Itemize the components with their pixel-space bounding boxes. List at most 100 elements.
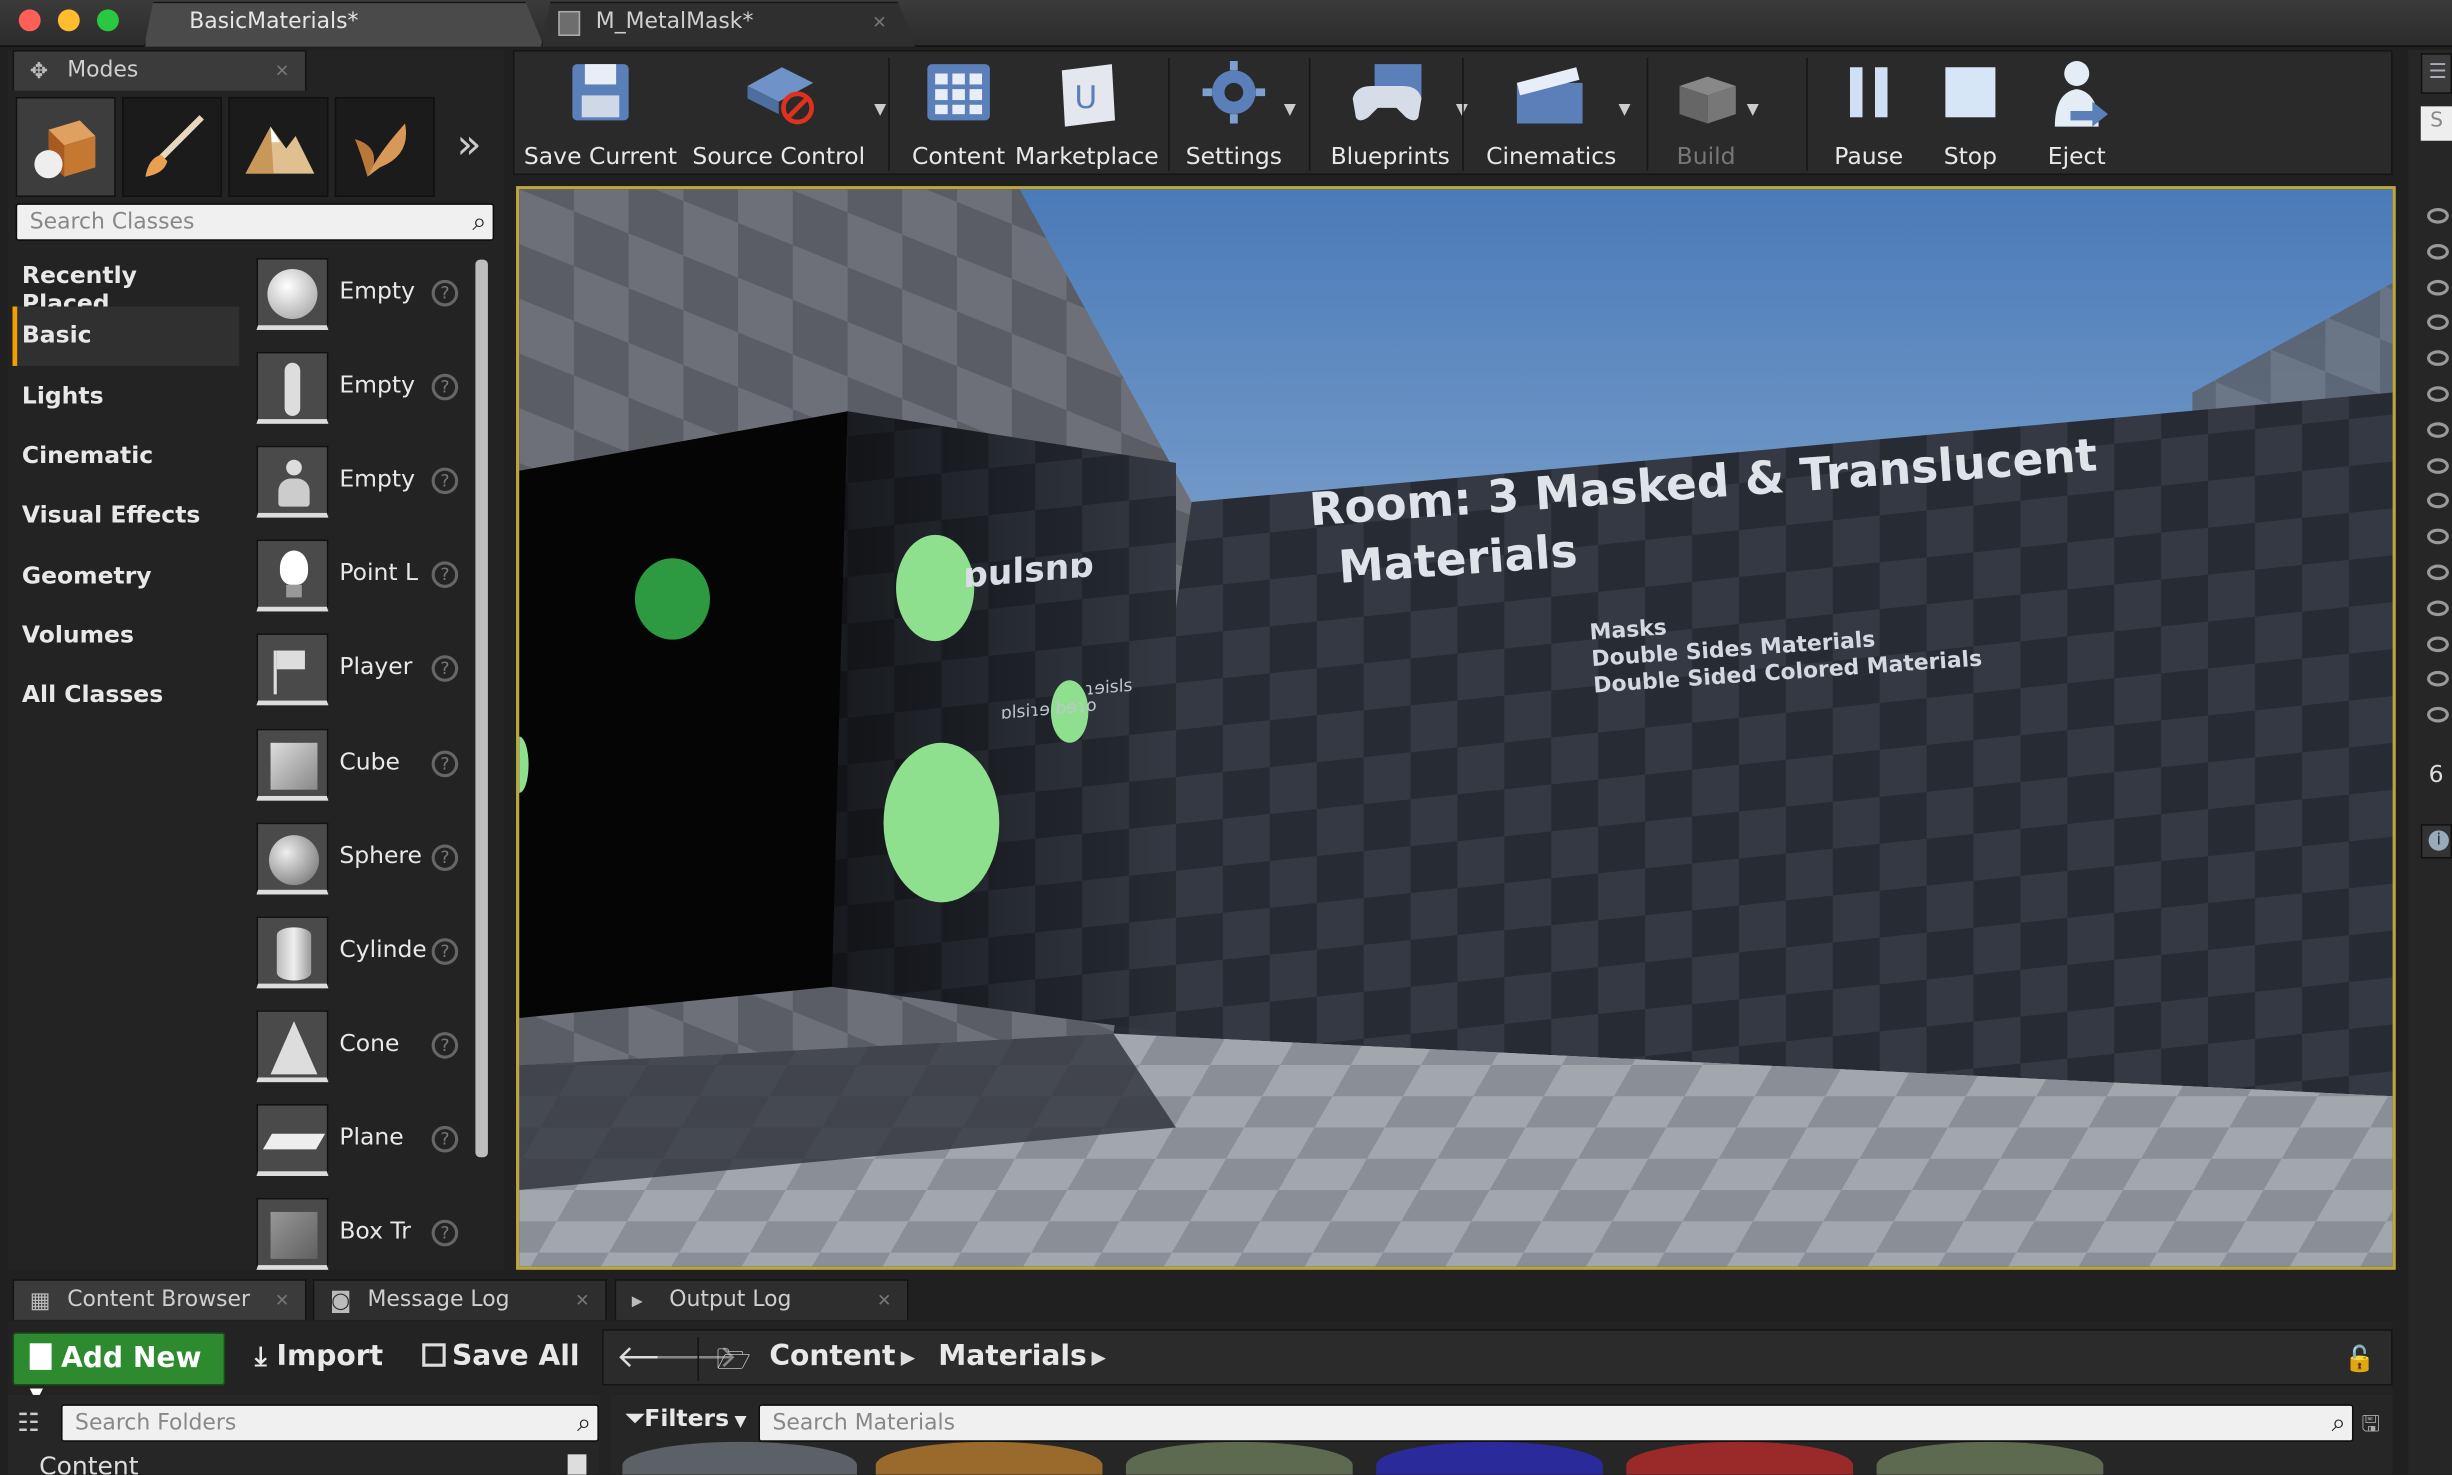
category-cinematic[interactable]: Cinematic xyxy=(13,427,240,486)
breadcrumb-arrow-icon[interactable]: ▶ xyxy=(901,1346,915,1368)
visibility-eye-icon[interactable] xyxy=(2427,528,2449,545)
help-icon[interactable]: ? xyxy=(431,279,459,307)
close-tab-icon[interactable]: ✕ xyxy=(872,13,886,33)
place-mode-button[interactable] xyxy=(15,96,116,198)
source-control-button[interactable]: Source Control xyxy=(683,52,874,174)
category-volumes[interactable]: Volumes xyxy=(13,606,240,665)
visibility-eye-icon[interactable] xyxy=(2427,243,2449,260)
save-current-button[interactable]: Save Current xyxy=(519,52,682,174)
visibility-eye-icon[interactable] xyxy=(2427,350,2449,367)
category-recently-placed[interactable]: Recently Placed xyxy=(13,247,240,317)
class-item[interactable]: Empty? xyxy=(250,440,469,531)
class-item[interactable]: Empty? xyxy=(250,252,469,343)
category-all-classes[interactable]: All Classes xyxy=(13,666,240,725)
save-all-button[interactable]: Save All xyxy=(422,1340,580,1373)
chevron-down-icon[interactable]: ▼ xyxy=(1619,102,1631,119)
marketplace-button[interactable]: U Marketplace xyxy=(1015,52,1159,174)
chevron-down-icon[interactable]: ▼ xyxy=(1747,102,1759,119)
breadcrumb-arrow-icon[interactable]: ▶ xyxy=(1092,1346,1106,1368)
close-tab-icon[interactable]: ✕ xyxy=(877,1290,891,1310)
search-folders-input[interactable]: Search Folders ⌕ xyxy=(60,1404,599,1442)
help-icon[interactable]: ? xyxy=(431,373,459,401)
more-modes-icon[interactable]: » xyxy=(457,122,482,169)
chevron-down-icon[interactable]: ▼ xyxy=(1284,102,1296,119)
tab-output-log[interactable]: ▸ Output Log ✕ xyxy=(614,1279,909,1320)
tab-modes[interactable]: ✥ Modes ✕ xyxy=(12,50,307,91)
pause-button[interactable]: Pause xyxy=(1816,52,1922,174)
visibility-eye-icon[interactable] xyxy=(2427,207,2449,224)
class-item[interactable]: Plane? xyxy=(250,1098,469,1189)
tab-basic-materials[interactable]: BasicMaterials* xyxy=(144,2,544,47)
tab-metal-mask[interactable]: M_MetalMask* ✕ xyxy=(541,2,916,47)
help-icon[interactable]: ? xyxy=(431,937,459,965)
filters-button[interactable]: ⏷Filters ▼ xyxy=(626,1404,747,1432)
stop-button[interactable]: Stop xyxy=(1922,52,2019,174)
class-item[interactable]: Point L? xyxy=(250,534,469,625)
settings-button[interactable]: Settings xyxy=(1171,52,1296,174)
breadcrumb-materials[interactable]: Materials xyxy=(938,1340,1086,1373)
blueprints-button[interactable]: Blueprints xyxy=(1312,52,1468,174)
help-icon[interactable]: ? xyxy=(431,467,459,495)
foliage-mode-button[interactable] xyxy=(334,96,435,198)
category-lights[interactable]: Lights xyxy=(13,367,240,426)
breadcrumb-content[interactable]: Content xyxy=(769,1340,895,1373)
save-search-icon[interactable]: 🖫 xyxy=(2361,1407,2380,1445)
help-icon[interactable]: ? xyxy=(431,843,459,871)
help-icon[interactable]: ? xyxy=(431,1219,459,1247)
paint-mode-button[interactable] xyxy=(121,96,223,198)
class-item[interactable]: Empty? xyxy=(250,346,469,437)
help-icon[interactable]: ? xyxy=(431,561,459,589)
category-basic[interactable]: Basic xyxy=(12,306,240,367)
visibility-eye-icon[interactable] xyxy=(2427,386,2449,402)
minimize-window-button[interactable] xyxy=(57,9,80,32)
help-icon[interactable]: ? xyxy=(431,749,459,777)
class-item[interactable]: Player? xyxy=(250,628,469,719)
folder-tree-root[interactable]: Content xyxy=(39,1451,139,1474)
lock-icon[interactable]: 🔓 xyxy=(2344,1343,2375,1373)
category-geometry[interactable]: Geometry xyxy=(13,547,240,606)
close-window-button[interactable] xyxy=(18,9,41,32)
zoom-window-button[interactable] xyxy=(96,9,119,32)
build-button[interactable]: Build xyxy=(1653,52,1759,174)
close-tab-icon[interactable]: ✕ xyxy=(275,1290,289,1310)
visibility-eye-icon[interactable] xyxy=(2427,421,2449,438)
close-tab-icon[interactable]: ✕ xyxy=(575,1290,589,1310)
visibility-eye-icon[interactable] xyxy=(2427,635,2449,652)
visibility-eye-icon[interactable] xyxy=(2427,457,2449,474)
landscape-mode-button[interactable] xyxy=(228,96,329,198)
class-item[interactable]: Cone? xyxy=(250,1004,469,1095)
eject-button[interactable]: Eject xyxy=(2022,52,2131,174)
category-visual-effects[interactable]: Visual Effects xyxy=(13,487,240,546)
outliner-search-input[interactable]: S xyxy=(2420,106,2452,141)
help-icon[interactable]: ? xyxy=(431,1125,459,1153)
folder-scrollbar[interactable] xyxy=(567,1454,587,1475)
visibility-eye-icon[interactable] xyxy=(2427,600,2449,616)
help-icon[interactable]: ? xyxy=(431,1031,459,1059)
visibility-eye-icon[interactable] xyxy=(2427,493,2449,509)
class-list-scrollbar[interactable] xyxy=(475,259,488,1158)
details-tab[interactable]: i xyxy=(2420,824,2452,859)
sources-toggle-icon[interactable]: ☷ xyxy=(17,1407,39,1437)
level-viewport[interactable]: ɒulsnɒ ɿɘisls ɒlsiɿɘ bɘɿo Room: 3 Masked… xyxy=(516,186,2396,1270)
search-materials-input[interactable]: Search Materials ⌕ xyxy=(758,1404,2354,1442)
outliner-tab[interactable]: ☰ xyxy=(2420,53,2452,94)
class-item[interactable]: Box Tr? xyxy=(250,1192,469,1283)
close-tab-icon[interactable]: ✕ xyxy=(275,61,289,81)
add-new-button[interactable]: Add New ▼ xyxy=(12,1332,226,1404)
search-classes-input[interactable]: Search Classes ⌕ xyxy=(15,203,495,241)
cinematics-button[interactable]: Cinematics xyxy=(1472,52,1632,174)
chevron-down-icon[interactable]: ▼ xyxy=(874,102,886,119)
visibility-eye-icon[interactable] xyxy=(2427,707,2449,723)
visibility-eye-icon[interactable] xyxy=(2427,564,2449,581)
visibility-eye-icon[interactable] xyxy=(2427,279,2449,295)
tab-message-log[interactable]: ◙ Message Log ✕ xyxy=(312,1279,607,1320)
visibility-eye-icon[interactable] xyxy=(2427,314,2449,331)
help-icon[interactable]: ? xyxy=(431,655,459,683)
class-item[interactable]: Cylinde? xyxy=(250,910,469,1001)
content-button[interactable]: Content xyxy=(896,52,1021,174)
visibility-eye-icon[interactable] xyxy=(2427,671,2449,688)
tab-content-browser[interactable]: ▦ Content Browser ✕ xyxy=(12,1279,307,1320)
import-button[interactable]: ⤓ Import xyxy=(255,1340,383,1373)
class-item[interactable]: Sphere? xyxy=(250,816,469,907)
class-item[interactable]: Cube? xyxy=(250,722,469,813)
